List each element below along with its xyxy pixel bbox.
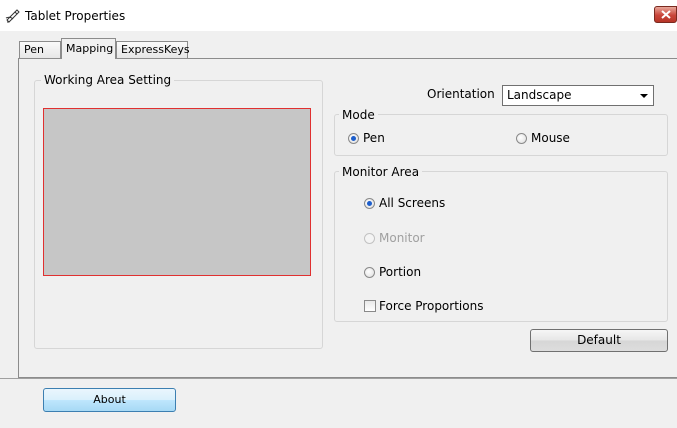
tablet-properties-window: Tablet Properties Pen Mapping ExpressKey… <box>0 0 677 428</box>
dropdown-arrow-icon <box>640 94 648 98</box>
close-icon <box>661 10 671 19</box>
mode-mouse-label[interactable]: Mouse <box>531 131 570 145</box>
tab-expresskeys[interactable]: ExpressKeys <box>116 41 190 58</box>
separator-line <box>0 378 677 379</box>
mode-label: Mode <box>339 108 378 122</box>
mode-pen-radio[interactable] <box>348 133 359 144</box>
window-title: Tablet Properties <box>25 9 126 23</box>
all-screens-radio[interactable] <box>364 198 375 209</box>
orientation-value: Landscape <box>507 88 572 102</box>
tab-mapping[interactable]: Mapping <box>61 38 116 59</box>
mode-mouse-radio[interactable] <box>516 133 527 144</box>
tab-pen[interactable]: Pen <box>19 41 61 58</box>
monitor-area-label: Monitor Area <box>339 165 423 179</box>
monitor-label: Monitor <box>379 231 425 245</box>
mode-pen-label[interactable]: Pen <box>363 131 385 145</box>
orientation-label: Orientation <box>427 87 495 101</box>
all-screens-label[interactable]: All Screens <box>379 196 445 210</box>
tablet-pen-icon <box>5 9 20 23</box>
monitor-radio <box>364 233 375 244</box>
force-proportions-label[interactable]: Force Proportions <box>379 299 483 313</box>
force-proportions-checkbox[interactable] <box>364 300 376 312</box>
orientation-dropdown[interactable]: Landscape <box>502 85 654 106</box>
close-button[interactable] <box>654 6 677 23</box>
working-area-preview[interactable] <box>43 108 311 276</box>
portion-radio[interactable] <box>364 267 375 278</box>
about-button[interactable]: About <box>43 388 176 412</box>
working-area-label: Working Area Setting <box>41 73 175 87</box>
portion-label[interactable]: Portion <box>379 265 421 279</box>
default-button[interactable]: Default <box>530 329 668 352</box>
title-bar[interactable]: Tablet Properties <box>0 0 677 31</box>
